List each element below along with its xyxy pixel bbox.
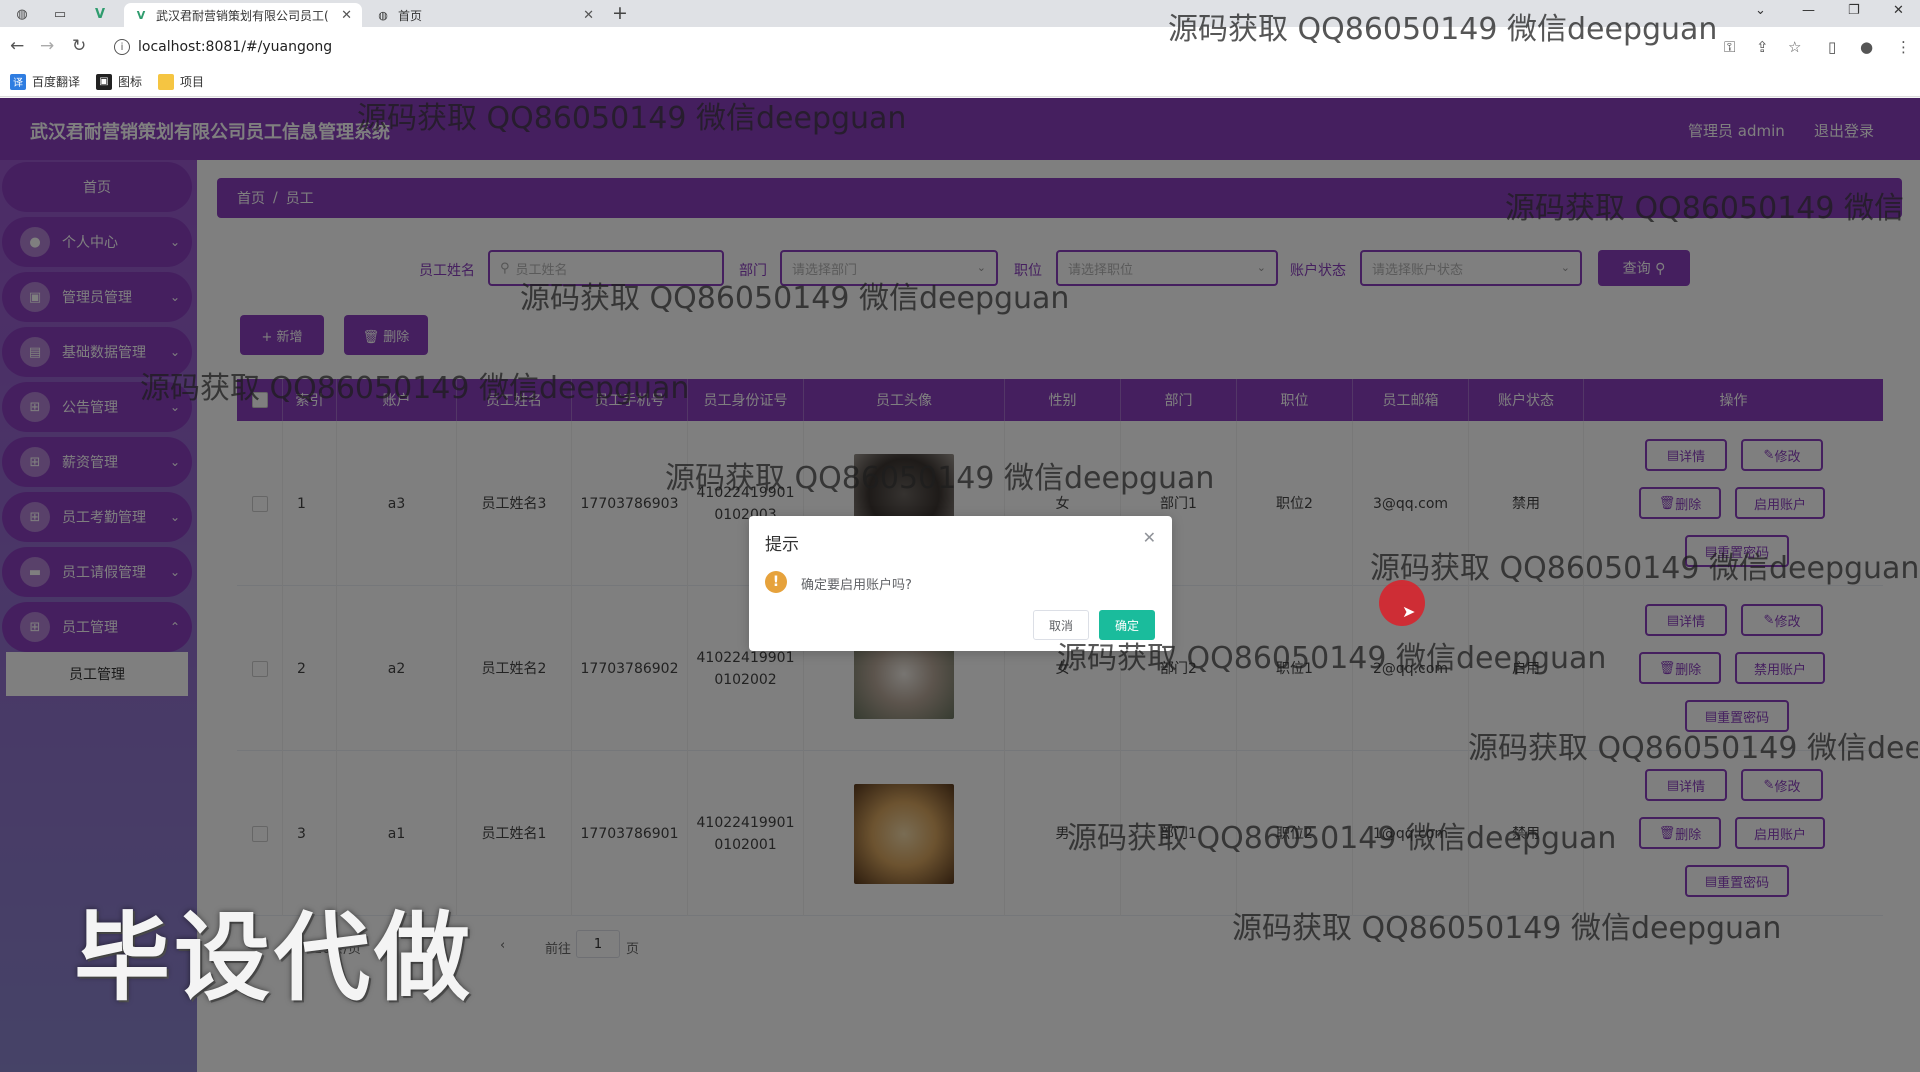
bookmark-project[interactable]: 项目 xyxy=(158,73,204,90)
bookmark-label: 百度翻译 xyxy=(32,75,81,89)
close-window-button[interactable]: ✕ xyxy=(1893,3,1904,18)
restore-button[interactable]: ❐ xyxy=(1848,3,1860,18)
dialog-message: 确定要启用账户吗? xyxy=(801,578,912,593)
share-icon[interactable]: ⇪ xyxy=(1756,38,1769,56)
minimize-button[interactable]: — xyxy=(1802,3,1815,18)
image-icon: ▣ xyxy=(96,73,113,90)
bookmark-label: 图标 xyxy=(118,75,143,89)
bookmark-label: 项目 xyxy=(180,75,205,89)
close-icon[interactable]: ✕ xyxy=(341,8,352,23)
cancel-button[interactable]: 取消 xyxy=(1033,610,1089,640)
bookmark-icons[interactable]: ▣ 图标 xyxy=(96,73,142,90)
warning-icon: ! xyxy=(765,571,787,593)
tab-home[interactable]: ◍ 首页 ✕ xyxy=(366,3,604,27)
pinned-tab-blank[interactable]: ▭ xyxy=(46,4,74,24)
profile-icon[interactable]: ● xyxy=(1860,38,1873,56)
close-icon[interactable]: ✕ xyxy=(583,8,594,23)
pinned-tab-globe[interactable]: ◍ xyxy=(8,4,36,24)
bookmarks-bar: 译 百度翻译 ▣ 图标 项目 xyxy=(0,67,1920,97)
star-icon[interactable]: ☆ xyxy=(1788,38,1801,56)
info-icon[interactable]: i xyxy=(114,39,130,55)
new-tab-button[interactable]: + xyxy=(612,2,628,24)
folder-icon xyxy=(158,73,175,90)
tab-search-icon[interactable]: ⌄ xyxy=(1755,3,1766,18)
browser-tabbar: ◍ ▭ V V 武汉君耐营销策划有限公司员工( ✕ ◍ 首页 ✕ + ⌄ — ❐… xyxy=(0,0,1920,27)
cursor-arrow-icon: ➤ xyxy=(1402,602,1416,621)
url-field[interactable]: i localhost:8081/#/yuangong xyxy=(108,33,1708,61)
tab-active[interactable]: V 武汉君耐营销策划有限公司员工( ✕ xyxy=(124,3,362,27)
reload-icon[interactable]: ↻ xyxy=(72,36,86,56)
bookmark-translate[interactable]: 译 百度翻译 xyxy=(10,73,80,90)
sidepanel-icon[interactable]: ▯ xyxy=(1828,38,1836,56)
forward-arrow-icon[interactable]: → xyxy=(40,36,54,56)
close-icon[interactable]: ✕ xyxy=(1143,528,1156,547)
url-text: localhost:8081/#/yuangong xyxy=(138,39,333,55)
big-watermark: 毕设代做 xyxy=(74,902,474,1014)
globe-icon: ◍ xyxy=(378,8,388,22)
tab-title: 首页 xyxy=(398,8,423,23)
pinned-tab-vue[interactable]: V xyxy=(86,4,114,24)
confirm-button[interactable]: 确定 xyxy=(1099,610,1155,640)
translate-icon: 译 xyxy=(10,73,26,90)
vue-icon: V xyxy=(136,8,146,22)
confirm-dialog: 提示 ✕ ! 确定要启用账户吗? 取消 确定 xyxy=(749,516,1172,651)
tab-title: 武汉君耐营销策划有限公司员工( xyxy=(156,8,329,23)
menu-icon[interactable]: ⋮ xyxy=(1896,38,1911,56)
back-arrow-icon[interactable]: ← xyxy=(10,36,24,56)
address-bar: ← → ↻ i localhost:8081/#/yuangong ⚿ ⇪ ☆ … xyxy=(0,27,1920,67)
dialog-title: 提示 xyxy=(765,535,799,555)
key-icon[interactable]: ⚿ xyxy=(1724,38,1735,56)
